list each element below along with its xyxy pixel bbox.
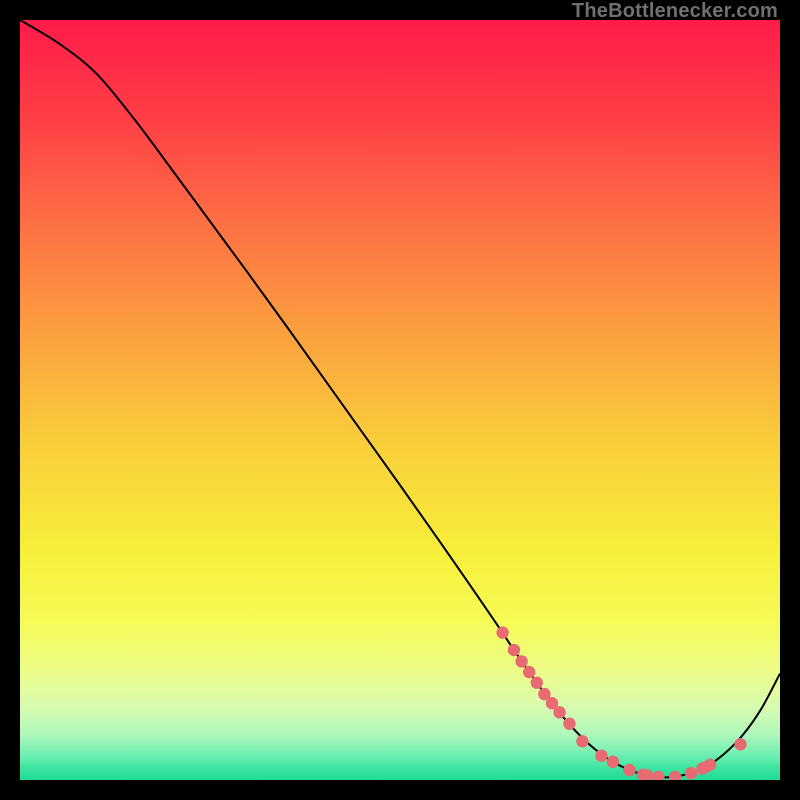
dot xyxy=(652,771,664,780)
dot xyxy=(576,735,588,747)
dot xyxy=(704,759,716,771)
dot xyxy=(685,767,697,779)
dot xyxy=(515,655,527,667)
bottleneck-curve xyxy=(20,20,780,777)
dot xyxy=(553,706,565,718)
chart-frame: TheBottlenecker.com xyxy=(0,0,800,800)
dot xyxy=(595,749,607,761)
dot xyxy=(531,677,543,689)
highlighted-dots xyxy=(496,626,746,780)
dot xyxy=(496,626,508,638)
dot xyxy=(669,771,681,780)
plot-area xyxy=(20,20,780,780)
curve-layer xyxy=(20,20,780,780)
dot xyxy=(523,666,535,678)
dot xyxy=(508,644,520,656)
dot xyxy=(607,756,619,768)
dot xyxy=(563,718,575,730)
dot xyxy=(623,764,635,776)
dot xyxy=(734,738,746,750)
